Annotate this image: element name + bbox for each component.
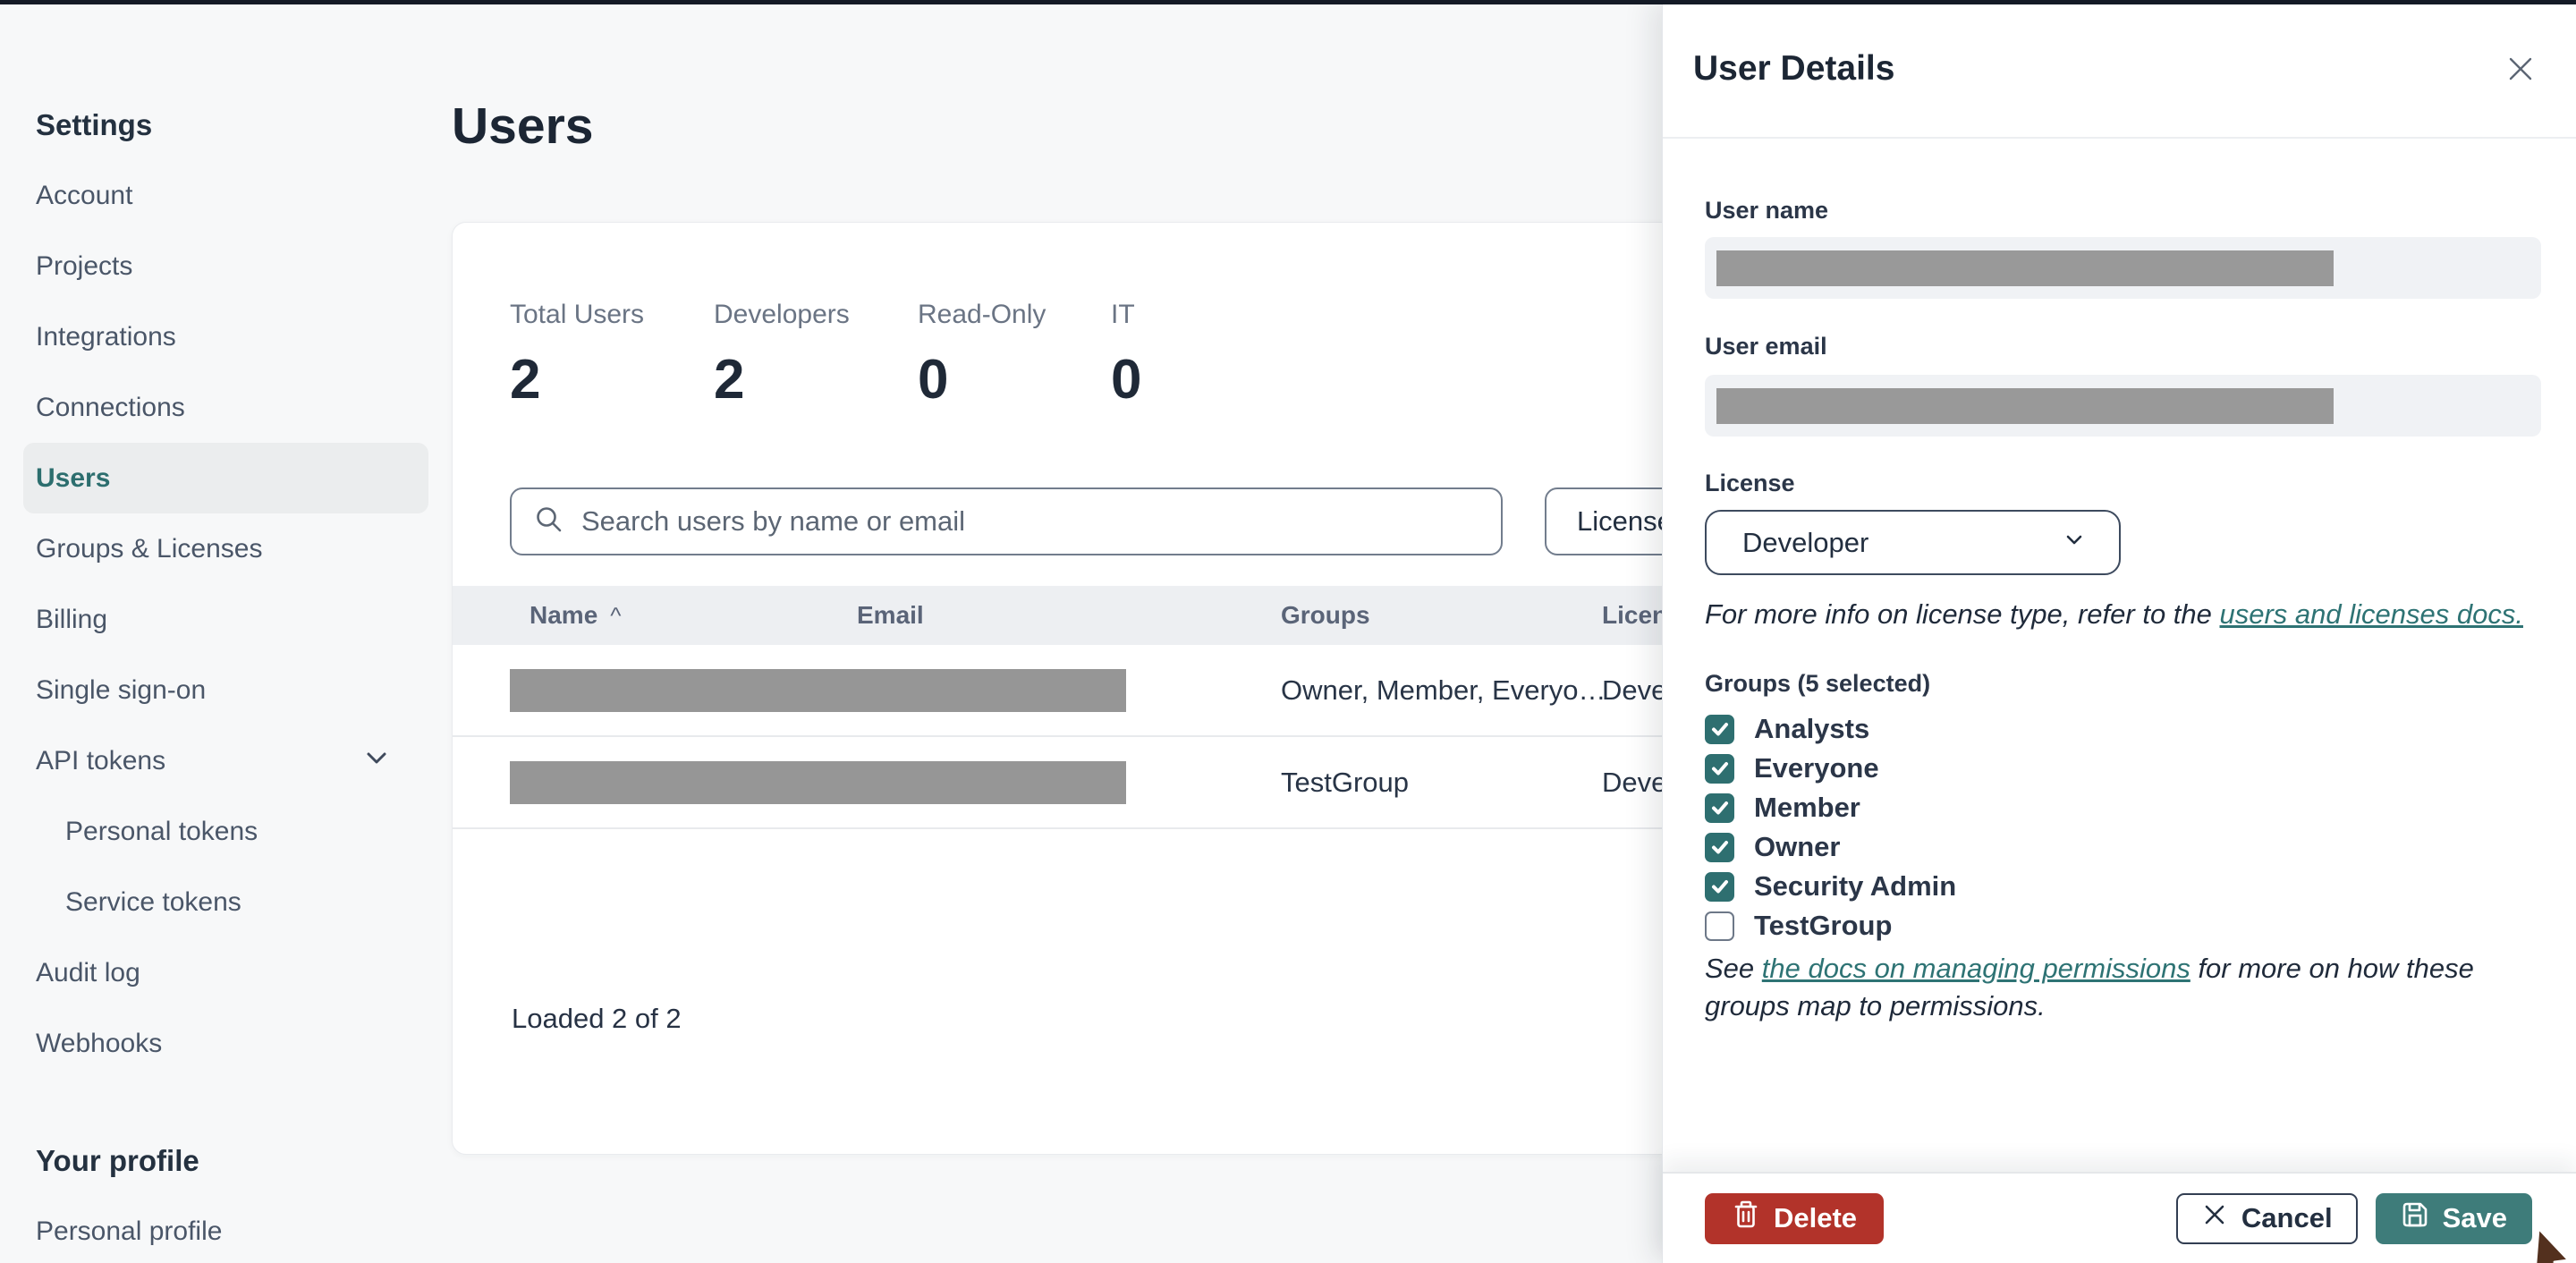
sidebar-item-personal-profile[interactable]: Personal profile: [36, 1196, 435, 1263]
sidebar-item-service-tokens[interactable]: Service tokens: [36, 867, 435, 937]
stat-read-only: Read-Only 0: [918, 300, 1046, 411]
sidebar-item-billing[interactable]: Billing: [36, 584, 435, 655]
sidebar-item-connections[interactable]: Connections: [36, 372, 435, 443]
user-email-field[interactable]: [1705, 375, 2541, 437]
user-name-field[interactable]: [1705, 237, 2541, 299]
groups-label: Groups (5 selected): [1705, 670, 1931, 697]
checkbox-icon: [1705, 793, 1734, 823]
redacted-name-email: [510, 761, 1126, 804]
delete-button[interactable]: Delete: [1705, 1192, 1885, 1244]
search-input[interactable]: [581, 505, 1479, 538]
sidebar-heading-settings: Settings: [36, 107, 153, 141]
checkbox-icon: [1705, 714, 1734, 744]
checkbox-icon: [1705, 911, 1734, 941]
checkbox-icon: [1705, 832, 1734, 862]
drawer-title: User Details: [1693, 48, 1895, 88]
x-icon: [2201, 1201, 2241, 1235]
sidebar-item-personal-tokens[interactable]: Personal tokens: [36, 796, 435, 867]
checkbox-icon: [1705, 871, 1734, 902]
sidebar-item-webhooks[interactable]: Webhooks: [36, 1008, 435, 1079]
page-title: Users: [452, 97, 594, 155]
redacted-user-name: [1716, 250, 2334, 286]
checkbox-everyone[interactable]: Everyone: [1705, 749, 1956, 788]
column-header-groups[interactable]: Groups: [1281, 601, 1602, 630]
sidebar-item-api-tokens[interactable]: API tokens: [36, 725, 435, 796]
redacted-name-email: [510, 669, 1126, 712]
groups-cell: Owner, Member, Everyo…: [1281, 674, 1606, 706]
managing-permissions-docs-link[interactable]: the docs on managing permissions: [1762, 953, 2190, 984]
save-disk-icon: [2401, 1200, 2443, 1236]
sidebar-item-users[interactable]: Users: [23, 443, 428, 513]
search-icon: [533, 504, 565, 540]
sidebar-heading-your-profile: Your profile: [36, 1143, 199, 1177]
permissions-note: See the docs on managing permissions for…: [1705, 953, 2474, 1021]
settings-sidebar: Settings Account Projects Integrations C…: [23, 89, 435, 1263]
users-licenses-docs-link[interactable]: users and licenses docs.: [2220, 598, 2523, 630]
sidebar-item-account[interactable]: Account: [36, 160, 435, 231]
column-header-name[interactable]: Name ^: [530, 601, 857, 630]
checkbox-testgroup[interactable]: TestGroup: [1705, 906, 1956, 945]
loaded-status: Loaded 2 of 2: [512, 1003, 682, 1034]
checkbox-analysts[interactable]: Analysts: [1705, 709, 1956, 749]
checkbox-owner[interactable]: Owner: [1705, 827, 1956, 867]
stat-it: IT 0: [1111, 300, 1142, 411]
sidebar-item-groups-licenses[interactable]: Groups & Licenses: [36, 513, 435, 584]
cancel-button[interactable]: Cancel: [2175, 1192, 2358, 1244]
top-accent-bar: [0, 0, 2576, 4]
drawer-header: User Details: [1663, 0, 2576, 139]
checkbox-member[interactable]: Member: [1705, 788, 1956, 827]
save-button[interactable]: Save: [2375, 1192, 2532, 1244]
license-note: For more info on license type, refer to …: [1705, 598, 2523, 630]
column-header-email[interactable]: Email: [857, 601, 1281, 630]
stat-developers: Developers 2: [714, 300, 850, 411]
chevron-down-icon: [361, 742, 392, 780]
close-icon[interactable]: [2501, 49, 2540, 89]
sort-ascending-icon: ^: [610, 602, 622, 629]
user-search[interactable]: [510, 487, 1503, 555]
user-email-label: User email: [1705, 333, 1827, 360]
user-details-drawer: User Details User name User email Licens…: [1662, 0, 2576, 1263]
license-label: License: [1705, 470, 1795, 496]
user-name-label: User name: [1705, 197, 1829, 224]
groups-cell: TestGroup: [1281, 766, 1410, 798]
groups-checkbox-list: Analysts Everyone Member Owner Security …: [1705, 709, 1956, 945]
sidebar-item-single-sign-on[interactable]: Single sign-on: [36, 655, 435, 725]
chevron-down-icon: [2062, 527, 2087, 559]
checkbox-icon: [1705, 753, 1734, 784]
checkbox-security-admin[interactable]: Security Admin: [1705, 867, 1956, 906]
sidebar-item-audit-log[interactable]: Audit log: [36, 937, 435, 1008]
sidebar-item-integrations[interactable]: Integrations: [36, 301, 435, 372]
license-select[interactable]: Developer: [1705, 510, 2121, 575]
stat-total-users: Total Users 2: [510, 300, 645, 411]
trash-icon: [1732, 1199, 1774, 1237]
mouse-cursor: [2533, 1226, 2576, 1263]
sidebar-item-projects[interactable]: Projects: [36, 231, 435, 301]
redacted-user-email: [1716, 388, 2334, 424]
drawer-footer: Delete Cancel Save: [1663, 1172, 2576, 1263]
